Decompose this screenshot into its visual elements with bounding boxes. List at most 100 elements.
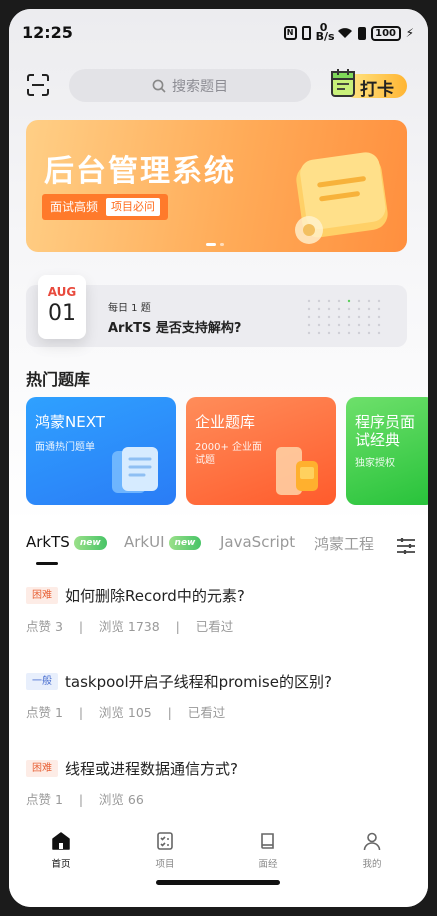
promo-banner[interactable]: 后台管理系统 面试高频 项目必问 — [26, 120, 407, 252]
decoration-dot — [337, 315, 341, 319]
hot-card-sub: 面通热门题单 — [35, 442, 95, 453]
chat-bubble-illustration — [295, 152, 388, 244]
pager-dot — [220, 243, 224, 246]
hot-card-harmony[interactable]: 鸿蒙NEXT 面通热门题单 — [26, 397, 176, 505]
decoration-dot — [347, 323, 351, 327]
checkin-label: 打卡 — [360, 80, 394, 100]
decoration-dot — [317, 307, 321, 311]
decoration-dot — [367, 299, 371, 303]
nav-label: 我的 — [362, 859, 382, 870]
decoration-dot — [327, 331, 331, 335]
question-row: 一般 taskpool开启子线程和promise的区别? — [26, 671, 411, 692]
decoration-dot — [317, 299, 321, 303]
daily-question: ArkTS 是否支持解构? — [108, 321, 242, 336]
tab-arkts[interactable]: ArkTS new — [26, 533, 107, 551]
nav-projects[interactable]: 项目 — [135, 831, 195, 870]
date-day: 01 — [48, 301, 76, 326]
hot-card-sub: 2000+ 企业面 — [195, 442, 263, 453]
hot-card-title: 企业题库 — [195, 413, 256, 431]
banner-pager — [206, 243, 224, 246]
decoration-dot — [367, 323, 371, 327]
sim-icon — [357, 26, 366, 40]
status-icons: N 0 B/s 100 ⚡ — [283, 22, 414, 43]
dot-pattern-decoration — [307, 299, 381, 335]
book-icon — [261, 833, 274, 849]
decoration-dot — [337, 299, 341, 303]
nav-label: 首页 — [51, 859, 71, 870]
date-month: AUG — [47, 285, 77, 299]
building-icon — [276, 447, 318, 495]
project-icon — [157, 832, 173, 850]
search-input[interactable]: 搜索题目 — [69, 69, 311, 102]
hot-card-title-line2: 试经典 — [355, 431, 401, 449]
question-item[interactable]: 困难 线程或进程数据通信方式? 点赞 1 | 浏览 66 — [26, 758, 411, 818]
new-badge: new — [168, 536, 202, 550]
charging-icon: ⚡ — [405, 26, 414, 40]
checkin-button[interactable]: 打卡 — [327, 67, 409, 101]
pager-dot-active — [206, 243, 216, 246]
decoration-dot — [377, 315, 381, 319]
question-meta: 点赞 1 | 浏览 66 — [26, 792, 144, 807]
net-speed-unit: B/s — [315, 30, 335, 43]
banner-tag-main: 面试高频 — [50, 200, 99, 214]
nfc-icon: N — [283, 26, 297, 40]
decoration-dot — [337, 331, 341, 335]
decoration-dot — [357, 323, 361, 327]
decoration-dot — [367, 331, 371, 335]
decoration-dot — [377, 331, 381, 335]
decoration-dot — [327, 315, 331, 319]
decoration-dot — [377, 299, 381, 303]
difficulty-badge: 一般 — [26, 673, 58, 690]
decoration-dot — [327, 307, 331, 311]
bottom-navigation: 首页 项目 面经 我的 — [9, 827, 428, 907]
decoration-dot — [357, 299, 361, 303]
nav-profile[interactable]: 我的 — [342, 831, 402, 870]
hot-card-classic[interactable]: 程序员面 试经典 独家授权 — [346, 397, 428, 505]
tab-javascript[interactable]: JavaScript — [220, 533, 295, 551]
vibrate-icon — [301, 26, 311, 40]
decoration-dot — [307, 315, 311, 319]
question-item[interactable]: 困难 如何删除Record中的元素? 点赞 3 | 浏览 1738 | 已看过 — [26, 585, 411, 645]
calendar-icon — [331, 69, 355, 97]
question-meta: 点赞 3 | 浏览 1738 | 已看过 — [26, 619, 234, 634]
nav-home[interactable]: 首页 — [31, 831, 91, 870]
decoration-dot — [317, 331, 321, 335]
search-placeholder: 搜索题目 — [172, 78, 228, 95]
question-meta: 点赞 1 | 浏览 105 | 已看过 — [26, 705, 226, 720]
tab-label: JavaScript — [220, 533, 296, 551]
wifi-icon — [337, 28, 352, 38]
hot-card-title: 鸿蒙NEXT — [35, 413, 105, 431]
decoration-dot — [377, 323, 381, 327]
decoration-dot — [377, 307, 381, 311]
status-time: 12:25 — [22, 23, 73, 42]
question-title: 线程或进程数据通信方式? — [65, 760, 238, 778]
decoration-dot — [357, 331, 361, 335]
decoration-dot — [307, 299, 311, 303]
decoration-dot — [307, 307, 311, 311]
tab-active-indicator — [36, 562, 58, 565]
category-tabs: ArkTS new ArkUI new JavaScript 鸿蒙工程 — [9, 515, 428, 567]
tab-arkui[interactable]: ArkUI new — [124, 533, 202, 551]
decoration-dot — [337, 307, 341, 311]
question-item[interactable]: 一般 taskpool开启子线程和promise的区别? 点赞 1 | 浏览 1… — [26, 671, 411, 731]
difficulty-badge: 困难 — [26, 587, 58, 604]
network-speed: 0 B/s — [315, 22, 335, 43]
question-row: 困难 如何删除Record中的元素? — [26, 585, 411, 606]
tab-label: ArkTS — [26, 533, 70, 551]
nav-interviews[interactable]: 面经 — [238, 831, 298, 870]
question-title: taskpool开启子线程和promise的区别? — [65, 673, 332, 691]
decoration-dot — [317, 323, 321, 327]
home-icon — [52, 832, 70, 850]
scan-icon[interactable] — [26, 73, 50, 97]
decoration-dot — [317, 315, 321, 319]
decoration-dot — [327, 299, 331, 303]
daily-subtitle: 每日 1 题 — [108, 303, 151, 314]
filter-icon[interactable] — [396, 537, 416, 555]
hot-card-enterprise[interactable]: 企业题库 2000+ 企业面 试题 — [186, 397, 336, 505]
decoration-dot — [357, 307, 361, 311]
hot-card-title: 程序员面 试经典 — [355, 413, 415, 449]
question-row: 困难 线程或进程数据通信方式? — [26, 758, 411, 779]
decoration-dot — [347, 331, 351, 335]
banner-tag-sub: 项目必问 — [106, 198, 161, 216]
tab-harmony-engineering[interactable]: 鸿蒙工程 — [314, 533, 374, 554]
